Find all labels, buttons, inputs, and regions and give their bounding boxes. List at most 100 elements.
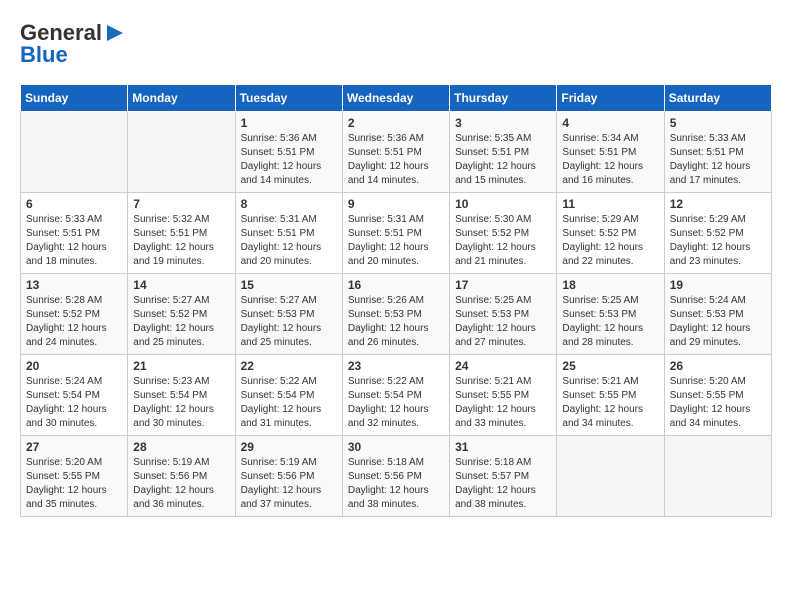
day-number: 1: [241, 116, 337, 130]
day-info: Sunrise: 5:36 AM Sunset: 5:51 PM Dayligh…: [348, 132, 444, 188]
calendar-cell: 17Sunrise: 5:25 AM Sunset: 5:53 PM Dayli…: [450, 274, 557, 355]
day-info: Sunrise: 5:36 AM Sunset: 5:51 PM Dayligh…: [241, 132, 337, 188]
page-header: General Blue: [20, 20, 772, 68]
calendar-table: SundayMondayTuesdayWednesdayThursdayFrid…: [20, 84, 772, 517]
calendar-cell: [128, 112, 235, 193]
day-info: Sunrise: 5:29 AM Sunset: 5:52 PM Dayligh…: [562, 213, 658, 269]
calendar-cell: 29Sunrise: 5:19 AM Sunset: 5:56 PM Dayli…: [235, 436, 342, 517]
day-number: 6: [26, 197, 122, 211]
day-info: Sunrise: 5:24 AM Sunset: 5:54 PM Dayligh…: [26, 375, 122, 431]
logo: General Blue: [20, 20, 126, 68]
calendar-cell: 28Sunrise: 5:19 AM Sunset: 5:56 PM Dayli…: [128, 436, 235, 517]
calendar-cell: 26 Sunrise: 5:20 AM Sunset: 5:55 PM Dayli…: [664, 355, 771, 436]
calendar-cell: 24Sunrise: 5:21 AM Sunset: 5:55 PM Dayli…: [450, 355, 557, 436]
day-info: Sunrise: 5:25 AM Sunset: 5:53 PM Dayligh…: [562, 294, 658, 350]
calendar-cell: 18Sunrise: 5:25 AM Sunset: 5:53 PM Dayli…: [557, 274, 664, 355]
day-info: Sunrise: 5:25 AM Sunset: 5:53 PM Dayligh…: [455, 294, 551, 350]
day-number: 21: [133, 359, 229, 373]
calendar-cell: 1 Sunrise: 5:36 AM Sunset: 5:51 PM Daylig…: [235, 112, 342, 193]
day-number: 23: [348, 359, 444, 373]
day-info: Sunrise: 5:33 AM Sunset: 5:51 PM Dayligh…: [26, 213, 122, 269]
day-info: Sunrise: 5:23 AM Sunset: 5:54 PM Dayligh…: [133, 375, 229, 431]
calendar-cell: 8Sunrise: 5:31 AM Sunset: 5:51 PM Daylig…: [235, 193, 342, 274]
calendar-cell: 20Sunrise: 5:24 AM Sunset: 5:54 PM Dayli…: [21, 355, 128, 436]
calendar-cell: 2Sunrise: 5:36 AM Sunset: 5:51 PM Daylig…: [342, 112, 449, 193]
calendar-week-row: 1 Sunrise: 5:36 AM Sunset: 5:51 PM Daylig…: [21, 112, 772, 193]
day-number: 10: [455, 197, 551, 211]
calendar-cell: 9Sunrise: 5:31 AM Sunset: 5:51 PM Daylig…: [342, 193, 449, 274]
day-info: Sunrise: 5:27 AM Sunset: 5:52 PM Dayligh…: [133, 294, 229, 350]
day-info: Sunrise: 5:27 AM Sunset: 5:53 PM Dayligh…: [241, 294, 337, 350]
day-number: 28: [133, 440, 229, 454]
calendar-week-row: 6 Sunrise: 5:33 AM Sunset: 5:51 PM Daylig…: [21, 193, 772, 274]
weekday-header: Wednesday: [342, 85, 449, 112]
day-info: Sunrise: 5:33 AM Sunset: 5:51 PM Dayligh…: [670, 132, 766, 188]
day-number: 11: [562, 197, 658, 211]
day-number: 14: [133, 278, 229, 292]
calendar-cell: 15 Sunrise: 5:27 AM Sunset: 5:53 PM Dayli…: [235, 274, 342, 355]
calendar-cell: 4 Sunrise: 5:34 AM Sunset: 5:51 PM Daylig…: [557, 112, 664, 193]
calendar-cell: 6 Sunrise: 5:33 AM Sunset: 5:51 PM Daylig…: [21, 193, 128, 274]
day-info: Sunrise: 5:20 AM Sunset: 5:55 PM Dayligh…: [26, 456, 122, 512]
calendar-week-row: 27 Sunrise: 5:20 AM Sunset: 5:55 PM Dayli…: [21, 436, 772, 517]
calendar-cell: 25 Sunrise: 5:21 AM Sunset: 5:55 PM Dayli…: [557, 355, 664, 436]
calendar-body: 1 Sunrise: 5:36 AM Sunset: 5:51 PM Daylig…: [21, 112, 772, 517]
day-info: Sunrise: 5:26 AM Sunset: 5:53 PM Dayligh…: [348, 294, 444, 350]
day-info: Sunrise: 5:21 AM Sunset: 5:55 PM Dayligh…: [562, 375, 658, 431]
day-number: 13: [26, 278, 122, 292]
calendar-cell: 11 Sunrise: 5:29 AM Sunset: 5:52 PM Dayli…: [557, 193, 664, 274]
calendar-cell: [664, 436, 771, 517]
calendar-cell: 30 Sunrise: 5:18 AM Sunset: 5:56 PM Dayli…: [342, 436, 449, 517]
calendar-cell: 14 Sunrise: 5:27 AM Sunset: 5:52 PM Dayli…: [128, 274, 235, 355]
calendar-cell: 31Sunrise: 5:18 AM Sunset: 5:57 PM Dayli…: [450, 436, 557, 517]
day-info: Sunrise: 5:35 AM Sunset: 5:51 PM Dayligh…: [455, 132, 551, 188]
day-info: Sunrise: 5:24 AM Sunset: 5:53 PM Dayligh…: [670, 294, 766, 350]
weekday-header: Friday: [557, 85, 664, 112]
weekday-header: Thursday: [450, 85, 557, 112]
calendar-week-row: 13 Sunrise: 5:28 AM Sunset: 5:52 PM Dayli…: [21, 274, 772, 355]
day-number: 7: [133, 197, 229, 211]
calendar-cell: 7 Sunrise: 5:32 AM Sunset: 5:51 PM Daylig…: [128, 193, 235, 274]
weekday-header: Monday: [128, 85, 235, 112]
day-info: Sunrise: 5:28 AM Sunset: 5:52 PM Dayligh…: [26, 294, 122, 350]
day-info: Sunrise: 5:18 AM Sunset: 5:56 PM Dayligh…: [348, 456, 444, 512]
day-number: 25: [562, 359, 658, 373]
calendar-cell: 19Sunrise: 5:24 AM Sunset: 5:53 PM Dayli…: [664, 274, 771, 355]
day-number: 26: [670, 359, 766, 373]
day-number: 3: [455, 116, 551, 130]
calendar-cell: 27 Sunrise: 5:20 AM Sunset: 5:55 PM Dayli…: [21, 436, 128, 517]
logo-text-blue: Blue: [20, 42, 68, 67]
day-number: 16: [348, 278, 444, 292]
calendar-cell: 13 Sunrise: 5:28 AM Sunset: 5:52 PM Dayli…: [21, 274, 128, 355]
calendar-cell: 16 Sunrise: 5:26 AM Sunset: 5:53 PM Dayli…: [342, 274, 449, 355]
weekday-header: Saturday: [664, 85, 771, 112]
day-info: Sunrise: 5:29 AM Sunset: 5:52 PM Dayligh…: [670, 213, 766, 269]
calendar-cell: [21, 112, 128, 193]
weekday-header: Tuesday: [235, 85, 342, 112]
day-number: 22: [241, 359, 337, 373]
day-number: 27: [26, 440, 122, 454]
calendar-header: SundayMondayTuesdayWednesdayThursdayFrid…: [21, 85, 772, 112]
calendar-cell: 21 Sunrise: 5:23 AM Sunset: 5:54 PM Dayli…: [128, 355, 235, 436]
day-info: Sunrise: 5:34 AM Sunset: 5:51 PM Dayligh…: [562, 132, 658, 188]
calendar-cell: 22 Sunrise: 5:22 AM Sunset: 5:54 PM Dayli…: [235, 355, 342, 436]
day-number: 9: [348, 197, 444, 211]
day-number: 31: [455, 440, 551, 454]
day-info: Sunrise: 5:30 AM Sunset: 5:52 PM Dayligh…: [455, 213, 551, 269]
calendar-cell: 5Sunrise: 5:33 AM Sunset: 5:51 PM Daylig…: [664, 112, 771, 193]
day-number: 24: [455, 359, 551, 373]
calendar-cell: 23Sunrise: 5:22 AM Sunset: 5:54 PM Dayli…: [342, 355, 449, 436]
day-info: Sunrise: 5:32 AM Sunset: 5:51 PM Dayligh…: [133, 213, 229, 269]
day-number: 8: [241, 197, 337, 211]
logo-flag-icon: [103, 24, 125, 42]
weekday-header: Sunday: [21, 85, 128, 112]
day-number: 15: [241, 278, 337, 292]
calendar-cell: 3 Sunrise: 5:35 AM Sunset: 5:51 PM Daylig…: [450, 112, 557, 193]
day-number: 30: [348, 440, 444, 454]
day-number: 29: [241, 440, 337, 454]
calendar-week-row: 20Sunrise: 5:24 AM Sunset: 5:54 PM Dayli…: [21, 355, 772, 436]
day-number: 4: [562, 116, 658, 130]
day-info: Sunrise: 5:22 AM Sunset: 5:54 PM Dayligh…: [241, 375, 337, 431]
day-info: Sunrise: 5:20 AM Sunset: 5:55 PM Dayligh…: [670, 375, 766, 431]
day-number: 12: [670, 197, 766, 211]
